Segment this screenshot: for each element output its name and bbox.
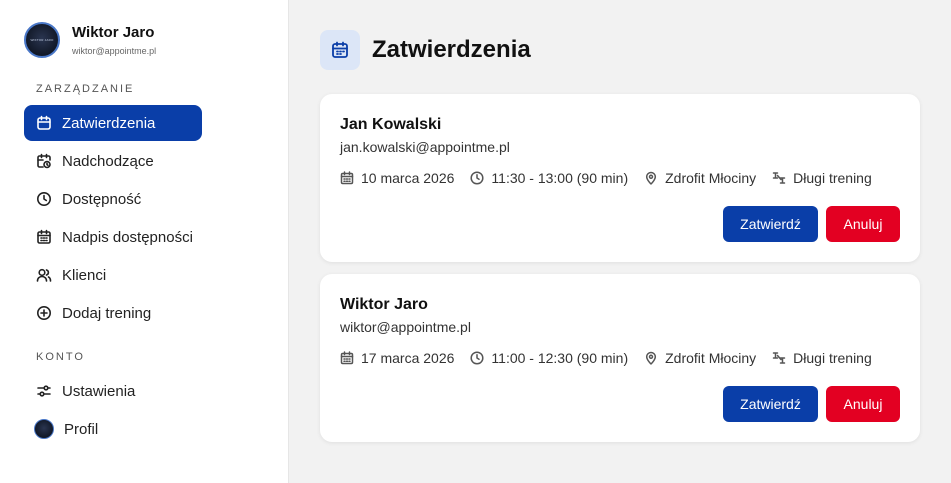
clock-icon bbox=[470, 171, 484, 185]
calendar-grid-icon bbox=[36, 229, 52, 245]
clock-icon bbox=[470, 351, 484, 365]
sidebar-item-label: Dodaj trening bbox=[62, 304, 152, 322]
page-header: Zatwierdzenia bbox=[320, 30, 531, 70]
appointment-details: 17 marca 2026 11:00 - 12:30 (90 min) Zdr… bbox=[340, 350, 872, 366]
cancel-button[interactable]: Anuluj bbox=[826, 206, 900, 242]
sidebar-item-upcoming[interactable]: Nadchodzące bbox=[24, 143, 202, 179]
time-text: 11:00 - 12:30 (90 min) bbox=[491, 350, 629, 366]
cancel-button[interactable]: Anuluj bbox=[826, 386, 900, 422]
sliders-icon bbox=[36, 383, 52, 399]
user-name: Wiktor Jaro bbox=[72, 24, 155, 41]
page-title: Zatwierdzenia bbox=[372, 36, 531, 63]
location-text: Zdrofit Młociny bbox=[665, 170, 757, 186]
appointment-date: 10 marca 2026 bbox=[340, 170, 454, 186]
training-icon bbox=[772, 172, 786, 184]
calendar-check-icon bbox=[320, 30, 360, 70]
avatar-text: WIKTOR JARO bbox=[30, 38, 54, 42]
date-text: 10 marca 2026 bbox=[361, 170, 455, 186]
approval-card: Jan Kowalski jan.kowalski@appointme.pl 1… bbox=[320, 94, 920, 262]
appointment-training: Długi trening bbox=[772, 350, 872, 366]
users-icon bbox=[36, 267, 52, 283]
client-email: wiktor@appointme.pl bbox=[340, 319, 471, 335]
sidebar-item-profile[interactable]: Profil bbox=[24, 411, 202, 447]
sidebar: WIKTOR JARO Wiktor Jaro wiktor@appointme… bbox=[0, 0, 289, 483]
calendar-icon bbox=[340, 171, 354, 185]
confirm-button[interactable]: Zatwierdź bbox=[723, 206, 818, 242]
sidebar-item-label: Ustawienia bbox=[62, 382, 136, 400]
client-name: Wiktor Jaro bbox=[340, 296, 428, 313]
sidebar-item-add-training[interactable]: Dodaj trening bbox=[24, 295, 202, 331]
clock-icon bbox=[36, 191, 52, 207]
appointment-location: Zdrofit Młociny bbox=[644, 350, 756, 366]
calendar-icon bbox=[340, 351, 354, 365]
calendar-check-icon bbox=[36, 115, 52, 131]
appointment-training: Długi trening bbox=[772, 170, 872, 186]
avatar bbox=[34, 419, 54, 439]
date-text: 17 marca 2026 bbox=[361, 350, 455, 366]
location-text: Zdrofit Młociny bbox=[665, 350, 757, 366]
sidebar-item-label: Profil bbox=[64, 420, 99, 438]
avatar: WIKTOR JARO bbox=[24, 22, 60, 58]
sidebar-item-label: Klienci bbox=[62, 266, 107, 284]
map-pin-icon bbox=[646, 351, 657, 365]
sidebar-item-label: Dostępność bbox=[62, 190, 142, 208]
client-email: jan.kowalski@appointme.pl bbox=[340, 139, 510, 155]
user-profile[interactable]: WIKTOR JARO Wiktor Jaro wiktor@appointme… bbox=[24, 22, 156, 58]
section-title-manage: ZARZĄDZANIE bbox=[36, 83, 135, 95]
sidebar-item-approvals[interactable]: Zatwierdzenia bbox=[24, 105, 202, 141]
sidebar-item-availability-override[interactable]: Nadpis dostępności bbox=[24, 219, 202, 255]
appointment-time: 11:30 - 13:00 (90 min) bbox=[470, 170, 628, 186]
sidebar-item-availability[interactable]: Dostępność bbox=[24, 181, 202, 217]
user-email: wiktor@appointme.pl bbox=[72, 46, 157, 56]
sidebar-item-settings[interactable]: Ustawienia bbox=[24, 373, 202, 409]
time-text: 11:30 - 13:00 (90 min) bbox=[491, 170, 629, 186]
sidebar-item-label: Zatwierdzenia bbox=[62, 114, 156, 132]
map-pin-icon bbox=[646, 171, 657, 185]
appointment-location: Zdrofit Młociny bbox=[644, 170, 756, 186]
training-icon bbox=[772, 352, 786, 364]
sidebar-item-label: Nadpis dostępności bbox=[62, 228, 193, 246]
appointment-date: 17 marca 2026 bbox=[340, 350, 454, 366]
client-name: Jan Kowalski bbox=[340, 116, 442, 133]
training-text: Długi trening bbox=[793, 170, 872, 186]
sidebar-item-label: Nadchodzące bbox=[62, 152, 154, 170]
sidebar-item-clients[interactable]: Klienci bbox=[24, 257, 202, 293]
appointment-time: 11:00 - 12:30 (90 min) bbox=[470, 350, 628, 366]
plus-circle-icon bbox=[36, 305, 52, 321]
section-title-account: KONTO bbox=[36, 351, 85, 363]
confirm-button[interactable]: Zatwierdź bbox=[723, 386, 818, 422]
approval-card: Wiktor Jaro wiktor@appointme.pl 17 marca… bbox=[320, 274, 920, 442]
training-text: Długi trening bbox=[793, 350, 872, 366]
appointment-details: 10 marca 2026 11:30 - 13:00 (90 min) Zdr… bbox=[340, 170, 872, 186]
calendar-clock-icon bbox=[36, 153, 52, 169]
